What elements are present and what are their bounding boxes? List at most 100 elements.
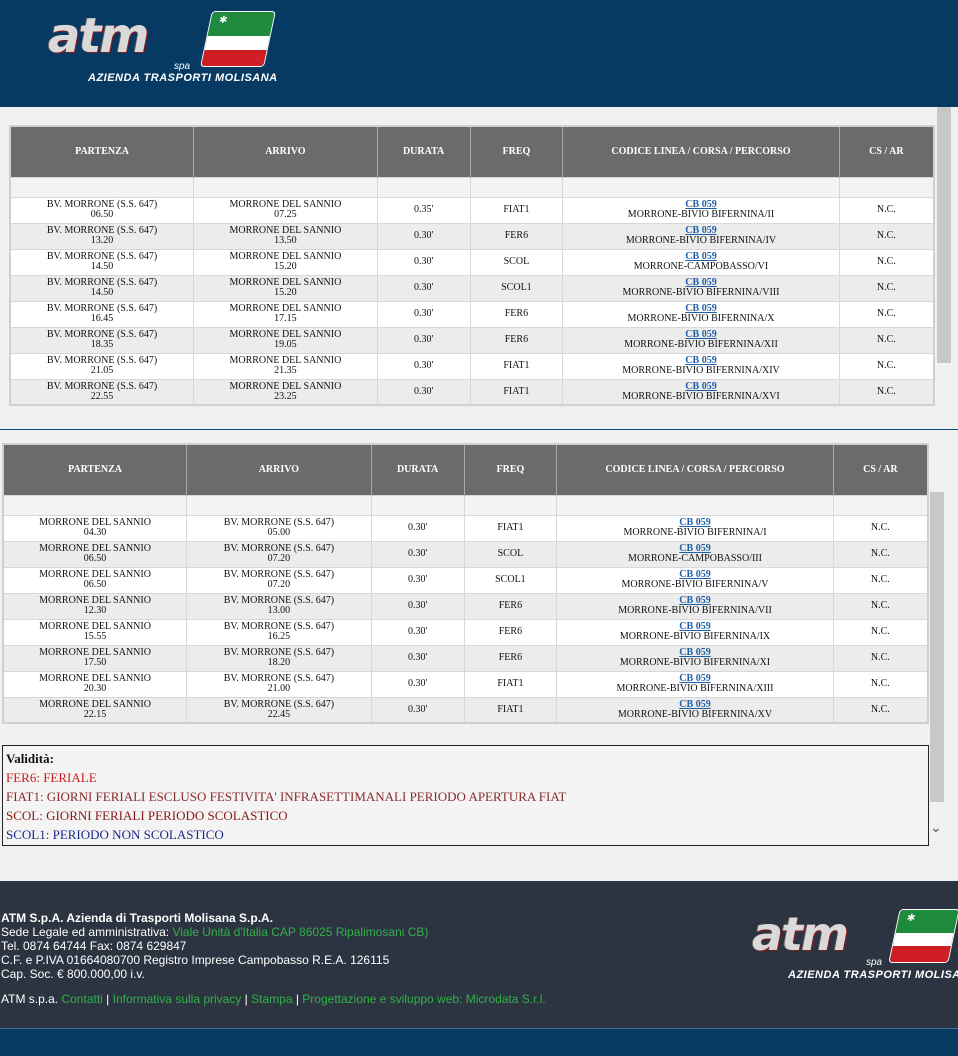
arrival-cell: MORRONE DEL SANNIO 23.25: [193, 378, 378, 406]
departure-time: 22.15: [83, 708, 107, 720]
line-cell: CB 059 MORRONE-BIVIO BIFERNINA/II: [562, 196, 840, 224]
atm-logo[interactable]: atm ✱ spa AZIENDA TRASPORTI MOLISANA: [44, 6, 279, 88]
line-cell: CB 059 MORRONE-CAMPOBASSO/VI: [562, 248, 840, 276]
route-name: MORRONE-BIVIO BIFERNINA/XII: [624, 339, 778, 350]
table-row: BV. MORRONE (S.S. 647) 22.55 MORRONE DEL S…: [9, 378, 935, 406]
departure-cell: BV. MORRONE (S.S. 647) 14.50: [9, 274, 195, 302]
route-name: MORRONE-CAMPOBASSO/VI: [633, 261, 769, 272]
csar-cell: N.C.: [838, 300, 935, 328]
frequency-cell: FER6: [463, 644, 558, 672]
arrival-cell: BV. MORRONE (S.S. 647) 07.20: [186, 566, 372, 594]
italian-flag-icon: ✱: [888, 909, 958, 963]
col-codice: CODICE LINEA / CORSA / PERCORSO: [562, 126, 840, 177]
departure-cell: MORRONE DEL SANNIO 06.50: [2, 566, 188, 594]
csar-cell: N.C.: [838, 196, 935, 224]
arrival-time: 23.25: [274, 390, 297, 402]
arrival-cell: MORRONE DEL SANNIO 21.35: [193, 352, 378, 380]
footer-sep: |: [102, 992, 113, 1006]
csar-cell: N.C.: [832, 540, 929, 568]
arrival-time: 07.20: [267, 579, 291, 590]
outbound-scrollbar[interactable]: [937, 107, 951, 363]
csar-cell: N.C.: [838, 326, 935, 354]
frequency-cell: FIAT1: [463, 514, 558, 542]
line-cell: CB 059 MORRONE-BIVIO BIFERNINA/XII: [562, 326, 840, 354]
departure-time: 14.50: [90, 261, 114, 272]
departure-cell: MORRONE DEL SANNIO 04.30: [2, 514, 188, 542]
departure-cell: MORRONE DEL SANNIO 17.50: [2, 644, 188, 672]
table-row: BV. MORRONE (S.S. 647) 13.20 MORRONE DEL S…: [9, 222, 935, 250]
arrival-time: 21.35: [274, 365, 297, 376]
duration-cell: 0.35': [376, 196, 471, 224]
arrival-cell: BV. MORRONE (S.S. 647) 21.00: [186, 670, 372, 698]
duration-cell: 0.30': [370, 566, 465, 594]
table-row: BV. MORRONE (S.S. 647) 06.50 MORRONE DEL S…: [9, 196, 935, 224]
route-name: MORRONE-BIVIO BIFERNINA/XI: [619, 657, 771, 668]
footer-atm-logo[interactable]: atm ✱ spa AZIENDA TRASPORTI MOLISANA: [748, 905, 958, 985]
arrival-cell: MORRONE DEL SANNIO 13.50: [193, 222, 378, 250]
csar-cell: N.C.: [838, 222, 935, 250]
csar-cell: N.C.: [832, 670, 929, 698]
return-timetable: PARTENZA ARRIVO DURATA FREQ CODICE LINEA…: [2, 443, 929, 724]
arrival-time: 21.00: [267, 683, 291, 694]
duration-cell: 0.30': [376, 300, 471, 328]
footer-link-privacy[interactable]: Informativa sulla privacy: [113, 992, 242, 1006]
footer-links: ATM s.p.a. Contatti | Informativa sulla …: [1, 992, 546, 1006]
arrival-cell: BV. MORRONE (S.S. 647) 07.20: [186, 540, 372, 568]
line-cell: CB 059 MORRONE-CAMPOBASSO/III: [556, 540, 834, 568]
footer-phone: Tel. 0874 64744 Fax: 0874 629847: [1, 939, 187, 953]
col-csar: CS / AR: [839, 126, 935, 177]
duration-cell: 0.30': [370, 670, 465, 698]
footer-sep: |: [241, 992, 252, 1006]
route-name: MORRONE-BIVIO BIFERNINA/V: [621, 579, 769, 590]
departure-cell: BV. MORRONE (S.S. 647) 06.50: [9, 196, 195, 224]
col-csar: CS / AR: [833, 444, 929, 495]
logo-tagline: AZIENDA TRASPORTI MOLISANA: [88, 72, 278, 84]
departure-time: 04.30: [83, 527, 107, 538]
chevron-down-icon[interactable]: ⌄: [930, 820, 942, 836]
footer-link-stampa[interactable]: Stampa: [251, 992, 292, 1006]
footer-link-contatti[interactable]: Contatti: [61, 992, 102, 1006]
line-cell: CB 059 MORRONE-BIVIO BIFERNINA/XV: [556, 696, 834, 724]
route-name: MORRONE-BIVIO BIFERNINA/VII: [618, 605, 772, 616]
footer-seat-address[interactable]: Viale Unità d'Italia CAP 86025 Ripalimos…: [172, 925, 428, 939]
csar-cell: N.C.: [838, 352, 935, 380]
duration-cell: 0.30': [370, 514, 465, 542]
logo-spa: spa: [866, 957, 883, 968]
csar-cell: N.C.: [832, 618, 929, 646]
arrival-time: 13.00: [267, 605, 291, 616]
csar-cell: N.C.: [838, 378, 935, 406]
validity-item-scol1: SCOL1: PERIODO NON SCOLASTICO: [6, 827, 224, 842]
departure-time: 15.55: [83, 631, 107, 642]
departure-cell: MORRONE DEL SANNIO 20.30: [2, 670, 188, 698]
validity-title: Validità:: [6, 751, 54, 766]
arrival-cell: MORRONE DEL SANNIO 15.20: [193, 274, 378, 302]
arrival-cell: MORRONE DEL SANNIO 19.05: [193, 326, 378, 354]
csar-cell: N.C.: [832, 514, 929, 542]
line-cell: CB 059 MORRONE-BIVIO BIFERNINA/XIII: [556, 670, 834, 698]
departure-time: 17.50: [83, 657, 107, 668]
departure-cell: MORRONE DEL SANNIO 12.30: [2, 592, 188, 620]
line-cell: CB 059 MORRONE-BIVIO BIFERNINA/IV: [562, 222, 840, 250]
frequency-cell: FIAT1: [469, 352, 564, 380]
csar-cell: N.C.: [838, 274, 935, 302]
footer-link-microdata[interactable]: Progettazione e sviluppo web: Microdata …: [302, 992, 545, 1006]
departure-cell: BV. MORRONE (S.S. 647) 14.50: [9, 248, 195, 276]
return-scrollbar[interactable]: [930, 492, 944, 802]
arrival-time: 19.05: [274, 339, 297, 350]
col-freq: FREQ: [470, 126, 564, 177]
departure-cell: BV. MORRONE (S.S. 647) 18.35: [9, 326, 195, 354]
frequency-cell: SCOL: [469, 248, 564, 276]
validity-item-fer6: FER6: FERIALE: [6, 770, 97, 785]
departure-time: 18.35: [90, 339, 114, 350]
line-cell: CB 059 MORRONE-BIVIO BIFERNINA/X: [562, 300, 840, 328]
outbound-timetable: PARTENZA ARRIVO DURATA FREQ CODICE LINEA…: [9, 125, 935, 406]
departure-time: 22.55: [90, 390, 114, 402]
line-cell: CB 059 MORRONE-BIVIO BIFERNINA/XI: [556, 644, 834, 672]
duration-cell: 0.30': [376, 222, 471, 250]
route-name: MORRONE-BIVIO BIFERNINA/XVI: [622, 390, 780, 402]
table-row: MORRONE DEL SANNIO 06.50 BV. MORRONE (S.S.…: [2, 566, 929, 594]
table-row: BV. MORRONE (S.S. 647) 18.35 MORRONE DEL S…: [9, 326, 935, 354]
frequency-cell: SCOL1: [469, 274, 564, 302]
footer-company: ATM S.p.A. Azienda di Trasporti Molisana…: [1, 911, 274, 925]
duration-cell: 0.30': [376, 326, 471, 354]
